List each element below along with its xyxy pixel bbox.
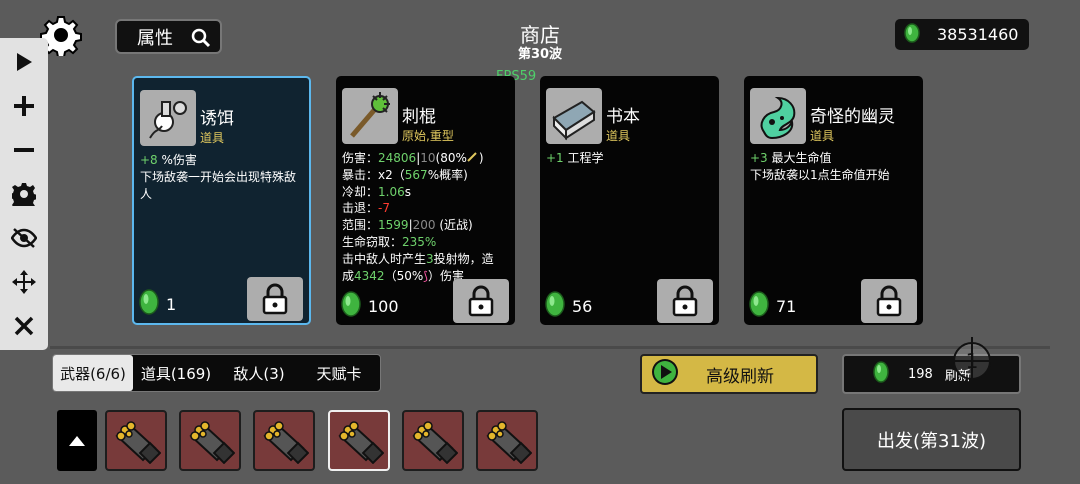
card-name: 诱饵 (200, 109, 234, 129)
gold-cannon-icon (486, 420, 532, 464)
inventory-tabs: 武器(6/6) 道具(169) 敌人(3) 天赋卡 (52, 354, 381, 392)
tab-weapons[interactable]: 武器(6/6) (53, 355, 133, 391)
card-price: 56 (544, 291, 592, 321)
lock-button[interactable] (247, 277, 303, 321)
shop-card-strange-ghost[interactable]: 奇怪的幽灵 道具 +3 最大生命值 下场敌袭以1点生命值开始 71 (744, 76, 923, 325)
shop-card-bait[interactable]: 诱饵 道具 +8 %伤害 下场敌袭一开始会出现特殊敌人 1 (132, 76, 311, 325)
ghost-item-icon (750, 88, 806, 144)
debug-toolbar (0, 38, 48, 350)
advanced-refresh-button[interactable]: 高级刷新 (640, 354, 818, 394)
coin-icon (340, 291, 362, 321)
tab-enemies[interactable]: 敌人(3) (219, 355, 299, 391)
coin-icon (903, 22, 921, 47)
spiked-club-item-icon (342, 88, 398, 144)
crosshair-number: 1 (966, 349, 979, 373)
gear-icon[interactable] (8, 178, 40, 210)
coin-icon (544, 291, 566, 321)
move-icon[interactable] (8, 266, 40, 298)
lock-icon (672, 285, 698, 317)
book-item-icon (546, 88, 602, 144)
gold-cannon-icon (189, 420, 235, 464)
advanced-refresh-label: 高级刷新 (706, 366, 774, 387)
card-price: 71 (748, 291, 796, 321)
bait-item-icon (140, 90, 196, 146)
gold-cannon-icon (115, 420, 161, 464)
lock-button[interactable] (453, 279, 509, 323)
close-icon[interactable] (8, 310, 40, 342)
card-name: 书本 (606, 107, 640, 127)
attribute-label: 属性 (137, 27, 173, 49)
play-circle-icon (650, 357, 680, 392)
weapon-slot[interactable] (105, 410, 167, 471)
lock-button[interactable] (861, 279, 917, 323)
weapon-slot[interactable] (402, 410, 464, 471)
weapon-slot[interactable] (179, 410, 241, 471)
shop-card-book[interactable]: 书本 道具 +1 工程学 56 (540, 76, 719, 325)
shop-card-spiked-club[interactable]: 刺棍 原始,重型 伤害：24806|10(80%) 暴击：x2（567%概率) … (336, 76, 515, 325)
crosshair-overlay-icon: 1 (948, 337, 996, 385)
card-description: +3 最大生命值 下场敌袭以1点生命值开始 (750, 151, 890, 182)
sword-icon (467, 151, 479, 165)
weapon-slot[interactable] (253, 410, 315, 471)
minus-icon[interactable] (8, 134, 40, 166)
money-display: 38531460 (895, 19, 1029, 50)
coin-icon (138, 289, 160, 319)
card-price: 1 (138, 289, 176, 319)
card-type: 道具 (606, 129, 631, 143)
coin-icon (872, 361, 890, 387)
card-description: +8 %伤害 下场敌袭一开始会出现特殊敌人 (140, 153, 297, 201)
start-wave-button[interactable]: 出发(第31波) (842, 408, 1021, 471)
weapon-slot-selected[interactable] (328, 410, 390, 471)
tab-items[interactable]: 道具(169) (133, 355, 219, 391)
refresh-cost: 198 (908, 366, 933, 382)
attribute-button[interactable]: 属性 (115, 19, 222, 54)
coin-icon (748, 291, 770, 321)
lock-icon (262, 283, 288, 315)
gold-cannon-icon (412, 420, 458, 464)
search-icon (190, 27, 212, 54)
card-description: +1 工程学 (546, 151, 604, 165)
eye-off-icon[interactable] (8, 222, 40, 254)
card-type: 道具 (810, 129, 835, 143)
weapon-slot[interactable] (476, 410, 538, 471)
money-amount: 38531460 (937, 25, 1019, 44)
tab-talent-cards[interactable]: 天赋卡 (299, 355, 379, 391)
play-icon[interactable] (8, 46, 40, 78)
plus-icon[interactable] (8, 90, 40, 122)
card-name: 奇怪的幽灵 (810, 107, 895, 127)
gold-cannon-icon (263, 420, 309, 464)
lock-icon (876, 285, 902, 317)
wave-label: 第30波 (517, 47, 563, 62)
card-price: 100 (340, 291, 399, 321)
triangle-up-icon (69, 435, 85, 446)
gold-cannon-icon (338, 420, 384, 464)
lock-button[interactable] (657, 279, 713, 323)
lock-icon (468, 285, 494, 317)
card-name: 刺棍 (402, 107, 436, 127)
card-type: 原始,重型 (402, 129, 454, 143)
card-type: 道具 (200, 131, 225, 145)
expand-button[interactable] (57, 410, 97, 471)
divider (50, 346, 1050, 349)
card-stats: 伤害：24806|10(80%) 暴击：x2（567%概率) 冷却：1.06s … (342, 151, 494, 283)
